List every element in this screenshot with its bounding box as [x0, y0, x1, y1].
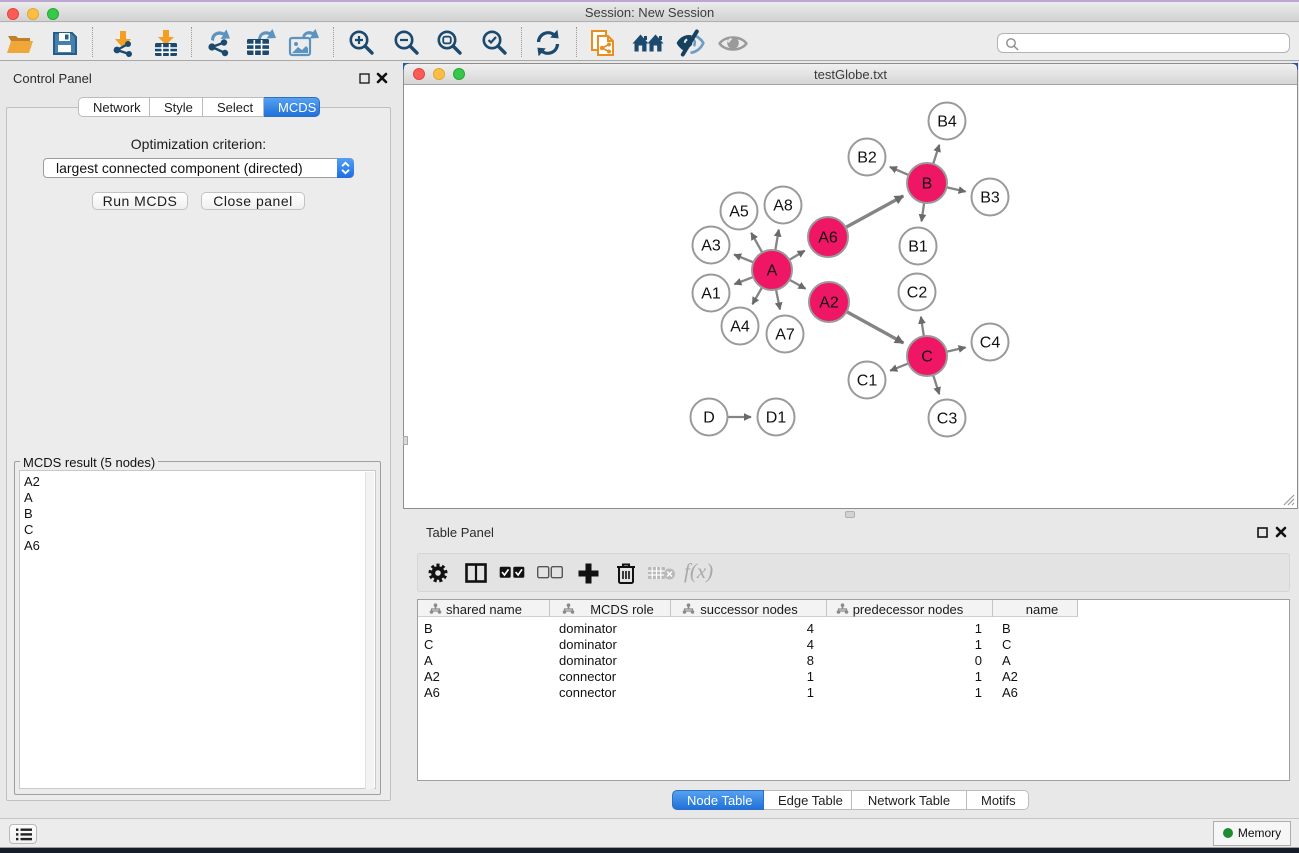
svg-text:A7: A7 [775, 327, 795, 344]
svg-text:C: C [921, 349, 933, 366]
svg-text:B4: B4 [937, 114, 957, 131]
svg-text:B: B [922, 176, 933, 193]
svg-text:C1: C1 [857, 373, 878, 390]
svg-text:A1: A1 [701, 286, 721, 303]
svg-text:A8: A8 [773, 198, 793, 215]
svg-text:B3: B3 [980, 190, 1000, 207]
svg-text:C2: C2 [907, 285, 928, 302]
svg-text:C3: C3 [937, 411, 958, 428]
svg-text:B1: B1 [908, 239, 928, 256]
svg-text:A4: A4 [730, 319, 750, 336]
svg-text:A: A [767, 263, 778, 280]
svg-text:A5: A5 [729, 204, 749, 221]
svg-text:D1: D1 [766, 410, 787, 427]
svg-text:A3: A3 [701, 238, 721, 255]
svg-text:D: D [703, 410, 715, 427]
svg-text:B2: B2 [857, 150, 877, 167]
svg-text:C4: C4 [980, 335, 1001, 352]
svg-text:A6: A6 [818, 230, 838, 247]
svg-text:A2: A2 [819, 295, 839, 312]
